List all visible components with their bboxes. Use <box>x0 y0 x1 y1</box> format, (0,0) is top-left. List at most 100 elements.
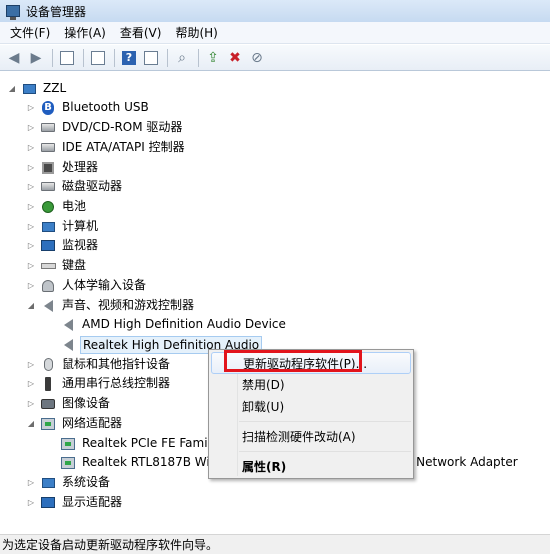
tree-item-label: 监视器 <box>62 238 99 252</box>
display-adapter-icon <box>40 495 56 511</box>
back-arrow-icon[interactable]: ◀ <box>4 48 24 68</box>
tree-item-label: 网络适配器 <box>62 416 123 430</box>
tree-item-usb[interactable]: ▷ 通用串行总线控制器 <box>26 374 172 393</box>
collapse-arrow-icon[interactable]: ◢ <box>7 84 17 94</box>
menu-view[interactable]: 查看(V) <box>114 23 168 43</box>
toolbar: ◀ ▶ ? ⌕ ⇪ ✖ ⊘ <box>0 45 550 71</box>
tree-item-network[interactable]: ◢ 网络适配器 <box>26 414 124 433</box>
keyboard-icon <box>40 258 56 274</box>
tree-item-label: Bluetooth USB <box>62 100 149 114</box>
camera-icon <box>40 396 56 412</box>
computer-icon <box>21 81 37 97</box>
dvd-drive-icon <box>40 120 56 136</box>
tree-item-label: 图像设备 <box>62 396 111 410</box>
toolbar-separator <box>52 48 53 67</box>
tree-item-ide[interactable]: ▷ IDE ATA/ATAPI 控制器 <box>26 138 187 157</box>
show-action-pane-icon[interactable] <box>141 48 161 68</box>
disable-device-icon[interactable]: ⊘ <box>247 48 267 68</box>
tree-item-mouse[interactable]: ▷ 鼠标和其他指针设备 <box>26 355 172 374</box>
collapse-arrow-icon[interactable]: ◢ <box>26 301 36 311</box>
uninstall-icon[interactable]: ✖ <box>225 48 245 68</box>
tree-item-disk[interactable]: ▷ 磁盘驱动器 <box>26 177 124 196</box>
expand-arrow-icon[interactable]: ▷ <box>26 163 36 173</box>
tree-item-label: DVD/CD-ROM 驱动器 <box>62 120 183 134</box>
tree-item-display[interactable]: ▷ 显示适配器 <box>26 493 124 512</box>
tree-item-system[interactable]: ▷ 系统设备 <box>26 473 112 492</box>
mouse-icon <box>40 357 56 373</box>
expand-arrow-icon[interactable]: ▷ <box>26 360 36 370</box>
expand-arrow-icon[interactable]: ▷ <box>26 478 36 488</box>
expand-arrow-icon[interactable]: ▷ <box>26 379 36 389</box>
expand-arrow-icon[interactable]: ▷ <box>26 143 36 153</box>
tree-item-label: 计算机 <box>62 219 99 233</box>
monitor-icon <box>40 238 56 254</box>
menu-item-uninstall[interactable]: 卸载(U) <box>211 395 411 417</box>
expand-arrow-icon[interactable]: ▷ <box>26 261 36 271</box>
tree-item-label: 处理器 <box>62 160 99 174</box>
collapse-arrow-icon[interactable]: ◢ <box>26 419 36 429</box>
hid-icon <box>40 278 56 294</box>
forward-arrow-icon[interactable]: ▶ <box>26 48 46 68</box>
tree-root-label: ZZL <box>43 81 67 95</box>
expand-arrow-icon[interactable]: ▷ <box>26 202 36 212</box>
tree-item-sound[interactable]: ◢ 声音、视频和游戏控制器 <box>26 296 196 315</box>
scan-hardware-icon[interactable]: ⌕ <box>172 48 192 68</box>
toolbar-separator <box>114 48 115 67</box>
tree-item-label: 磁盘驱动器 <box>62 179 123 193</box>
menu-action[interactable]: 操作(A) <box>58 23 112 43</box>
tree-item-label: 通用串行总线控制器 <box>62 376 171 390</box>
expand-arrow-icon[interactable]: ▷ <box>26 222 36 232</box>
expand-arrow-icon[interactable]: ▷ <box>26 103 36 113</box>
network-adapter-icon <box>40 416 56 432</box>
speaker-icon <box>60 317 76 333</box>
menu-item-disable[interactable]: 禁用(D) <box>211 373 411 395</box>
device-manager-icon <box>6 5 20 20</box>
tree-item-computer[interactable]: ▷ 计算机 <box>26 217 100 236</box>
window-title: 设备管理器 <box>26 4 87 19</box>
speaker-icon <box>60 337 76 353</box>
tree-item-monitor[interactable]: ▷ 监视器 <box>26 236 100 255</box>
menu-item-properties[interactable]: 属性(R) <box>211 455 411 477</box>
tree-item-label: 声音、视频和游戏控制器 <box>62 298 195 312</box>
tree-item-imaging[interactable]: ▷ 图像设备 <box>26 394 112 413</box>
bluetooth-icon: B <box>40 100 56 116</box>
menu-bar: 文件(F) 操作(A) 查看(V) 帮助(H) <box>0 22 550 44</box>
highlight-annotation-box <box>224 350 362 372</box>
expand-arrow-icon[interactable]: ▷ <box>26 498 36 508</box>
title-bar: 设备管理器 <box>0 0 550 22</box>
tree-item-label: 键盘 <box>62 258 87 272</box>
properties-icon[interactable] <box>88 48 108 68</box>
tree-item-bluetooth[interactable]: ▷ B Bluetooth USB <box>26 98 151 117</box>
menu-item-scan-hardware[interactable]: 扫描检测硬件改动(A) <box>211 425 411 447</box>
tree-item-label: 人体学输入设备 <box>62 278 147 292</box>
tree-root[interactable]: ◢ ZZL <box>7 79 68 98</box>
update-driver-icon[interactable]: ⇪ <box>203 48 223 68</box>
toolbar-separator <box>167 48 168 67</box>
tree-item-amd-audio[interactable]: AMD High Definition Audio Device <box>60 315 288 334</box>
expand-arrow-icon[interactable]: ▷ <box>26 182 36 192</box>
help-icon[interactable]: ? <box>119 48 139 68</box>
processor-icon <box>40 160 56 176</box>
expand-arrow-icon[interactable]: ▷ <box>26 281 36 291</box>
status-text: 为选定设备启动更新驱动程序软件向导。 <box>2 538 219 552</box>
tree-item-battery[interactable]: ▷ 电池 <box>26 197 88 216</box>
tree-item-label: 电池 <box>62 199 87 213</box>
expand-arrow-icon[interactable]: ▷ <box>26 399 36 409</box>
toolbar-separator <box>198 48 199 67</box>
tree-item-label: AMD High Definition Audio Device <box>82 317 286 331</box>
tree-item-label: 显示适配器 <box>62 495 123 509</box>
expand-arrow-icon[interactable]: ▷ <box>26 241 36 251</box>
tree-item-hid[interactable]: ▷ 人体学输入设备 <box>26 276 148 295</box>
tree-item-dvd[interactable]: ▷ DVD/CD-ROM 驱动器 <box>26 118 184 137</box>
tree-item-keyboard[interactable]: ▷ 键盘 <box>26 256 88 275</box>
menu-separator <box>239 421 411 422</box>
show-hide-tree-icon[interactable] <box>57 48 77 68</box>
tree-item-processor[interactable]: ▷ 处理器 <box>26 158 100 177</box>
expand-arrow-icon[interactable]: ▷ <box>26 123 36 133</box>
speaker-icon <box>40 298 56 314</box>
tree-item-label: 鼠标和其他指针设备 <box>62 357 171 371</box>
menu-separator <box>239 451 411 452</box>
menu-help[interactable]: 帮助(H) <box>169 23 223 43</box>
menu-file[interactable]: 文件(F) <box>4 23 56 43</box>
network-adapter-icon <box>60 436 76 452</box>
